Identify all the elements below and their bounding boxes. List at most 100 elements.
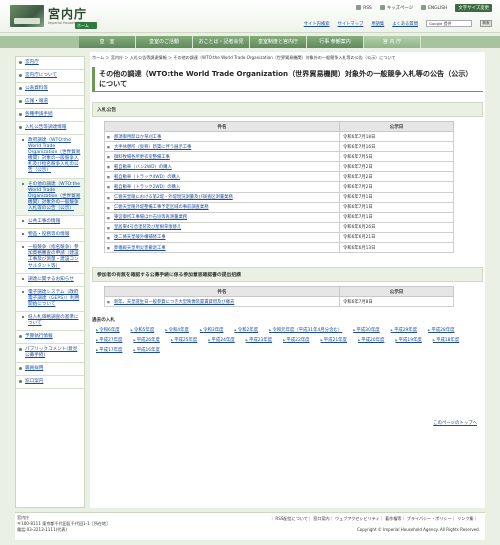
bid-date: 令和6年7月1日 xyxy=(339,201,454,213)
past-year-link[interactable]: 平成23年度 xyxy=(246,337,272,344)
sidebar-item-non-wto[interactable]: その他の調達（WTO:the World Trade Organization（… xyxy=(16,178,84,217)
past-year-link[interactable]: 令和4年度 xyxy=(165,327,189,334)
footer-tel: 電話:03-3213-1111(代表) xyxy=(17,527,67,532)
table-row: 仁徳天皇陵における第2堤・外堤現況測量及び調査区測量業務 令和6年7月1日 xyxy=(104,191,454,203)
past-year-link[interactable]: 平成17年度 xyxy=(96,347,122,354)
bid-link[interactable]: 御料牧場各所更衣室整備工事 xyxy=(114,155,170,160)
sidebar-item-recruitment[interactable]: 職員採用 xyxy=(16,363,84,377)
back-to-top-link[interactable]: このページのトップへ xyxy=(433,420,477,426)
sidebar-item-contact[interactable]: 窓口案内 xyxy=(16,376,84,390)
gnav-system[interactable]: 皇室制度と宮内庁 xyxy=(250,36,307,48)
past-year-link[interactable]: 令和5年度 xyxy=(131,327,154,334)
sidebar-item-public-comment[interactable]: パブリックコメント(意見公募手続) xyxy=(16,344,84,364)
confirmation-link[interactable]: 新年、天皇誕生日一般参賀につき大型映像装置賃貸借及び撤去 xyxy=(114,300,234,305)
sidebar-item-geps[interactable]: 電子調達システム（政府電子調達（GEPS））利用開始について xyxy=(16,287,84,312)
past-year-link[interactable]: 令和元年度（平成31年4月分含む） xyxy=(269,327,342,334)
table-row: 大手休憩所（仮称）新築に伴う展示工事 令和6年7月16日 xyxy=(104,141,454,153)
past-year-link[interactable]: 平成25年度 xyxy=(171,337,197,344)
confirmation-heading: 参加者の有無を確認する公募手続に係る参加意思確認書の提出招請 xyxy=(92,267,483,283)
kids-link[interactable]: キッズページ xyxy=(379,5,413,11)
search-input[interactable]: Google 提供 xyxy=(426,20,472,27)
bid-date: 令和6年6月13日 xyxy=(339,242,454,254)
global-nav: 皇 室 皇室のご活動 おことば・記者会見 皇室制度と宮内庁 行事 参観案内 宮 … xyxy=(0,36,500,48)
breadcrumb[interactable]: ホーム ＞ 宮内庁 ＞ 入札公告等調達情報 ＞ その他の調達（WTO:the W… xyxy=(90,52,485,63)
table-row: 軽自動車（バン2WD）の購入 令和6年7月2日 xyxy=(104,161,454,173)
past-year-link[interactable]: 平成16年度 xyxy=(133,347,160,354)
text-size-button[interactable]: 文字サイズ変更 xyxy=(455,4,492,12)
site-search-link[interactable]: サイト内検索 xyxy=(304,21,330,27)
gnav-imperial-family[interactable]: 皇 室 xyxy=(79,36,136,48)
bid-link[interactable]: 軽自動車（トラック4WD）の購入 xyxy=(114,175,180,180)
sidebar-item-notices[interactable]: 調達に関するお知らせ xyxy=(16,274,84,287)
main-content: ホーム ＞ 宮内庁 ＞ 入札公告等調達情報 ＞ その他の調達（WTO:the W… xyxy=(90,52,485,508)
logo-title: 宮内庁 xyxy=(48,6,88,21)
bid-date: 令和6年7月5日 xyxy=(339,151,454,163)
sidebar-item-publications[interactable]: 公表資料等 xyxy=(16,83,84,96)
sidebar-item-public-works[interactable]: 公共工事の情報 xyxy=(16,216,84,230)
bid-date: 令和6年7月2日 xyxy=(339,181,454,193)
bid-link[interactable]: 後二條天皇陵外構補修工事 xyxy=(114,235,166,240)
sidebar-item-low-bid[interactable]: 低入札価格調査の基準について xyxy=(16,312,84,332)
sidebar-item-about[interactable]: 宮内庁について xyxy=(16,70,84,83)
sidebar-item-wto[interactable]: 政府調達（WTO:the World Trade Organization（世界… xyxy=(16,135,84,179)
rss-icon xyxy=(356,5,362,10)
past-year-link[interactable]: 平成21年度 xyxy=(321,337,347,344)
home-button[interactable]: ホーム xyxy=(75,22,97,29)
past-year-link[interactable]: 平成24年度 xyxy=(208,337,235,344)
gnav-statements[interactable]: おことば・記者会見 xyxy=(193,36,250,48)
past-year-link[interactable]: 平成29年度 xyxy=(391,327,417,334)
past-bids-title: 過去の入札 xyxy=(92,318,115,324)
logo-photo xyxy=(10,5,44,27)
sidebar-item-press[interactable]: 広報・報道 xyxy=(16,96,84,109)
bid-link[interactable]: 軽自動車（バン2WD）の購入 xyxy=(114,165,172,170)
bid-link[interactable]: 仁徳天皇陵における第2堤・外堤現況測量及び調査区測量業務 xyxy=(114,195,233,200)
table-row: 軽自動車（トラック4WD）の購入 令和6年7月2日 xyxy=(104,171,454,183)
gnav-events[interactable]: 行事 参観案内 xyxy=(307,36,364,48)
bid-notice-heading: 入札公告 xyxy=(92,102,483,117)
bid-link[interactable]: 軽自動車（トラック2WD）の購入 xyxy=(114,185,180,190)
bid-link[interactable]: 葬儀殿天皇用災害撤退工事 xyxy=(114,246,166,251)
bid-link[interactable]: 仁徳天皇陵外堤整備工事予定区域の事前調査業務 xyxy=(114,205,209,210)
past-year-link[interactable]: 平成20年度 xyxy=(358,337,384,344)
past-year-link[interactable]: 平成30年度 xyxy=(353,327,380,334)
past-bids-links: 令和6年度 令和5年度 令和4年度 令和3年度 令和2年度 令和元年度（平成31… xyxy=(96,327,476,354)
gnav-agency[interactable]: 宮 内 庁 xyxy=(364,36,421,48)
sidebar-item-procurement[interactable]: 入札公告等調達情報 xyxy=(16,122,84,135)
past-year-link[interactable]: 令和6年度 xyxy=(96,327,119,334)
kids-icon xyxy=(379,5,385,10)
bid-link[interactable]: 皇居東4号舎塗装及び屋根草張替え xyxy=(114,225,181,230)
sidebar-item-qualification[interactable]: 一般競争（指名競争）参加資格審査の申請（建設工事及び測量・建設コンサルタント等） xyxy=(16,242,84,274)
past-year-link[interactable]: 令和3年度 xyxy=(200,327,223,334)
past-year-link[interactable]: 平成22年度 xyxy=(283,337,309,344)
sitemap-link[interactable]: サイトマップ xyxy=(338,21,364,27)
past-year-link[interactable]: 平成26年度 xyxy=(133,337,160,344)
confirmation-date: 令和6年7月8日 xyxy=(339,296,454,308)
past-year-link[interactable]: 令和2年度 xyxy=(235,327,258,334)
search-button[interactable]: 検索 xyxy=(480,20,492,27)
sidebar-item-agency[interactable]: 宮内庁 xyxy=(16,57,84,70)
sidebar-item-applications[interactable]: 各種申請手続 xyxy=(16,109,84,122)
faq-link[interactable]: よくある質問 xyxy=(392,21,418,27)
footer-links[interactable]: ｜ RSS配信について｜ 窓口案内｜ ウェブアクセシビリティ｜ 著作権等｜ プラ… xyxy=(270,516,478,522)
past-year-link[interactable]: 平成28年度 xyxy=(428,327,454,334)
english-link[interactable]: ENGLISH xyxy=(421,5,447,11)
past-year-link[interactable]: 平成27年度 xyxy=(96,337,122,344)
column-header-date: 公示日 xyxy=(339,286,454,298)
sidebar-item-goods[interactable]: 物品・役務等の情報 xyxy=(16,229,84,243)
bid-link[interactable]: 大手休憩所（仮称）新築に伴う展示工事 xyxy=(114,145,191,150)
sidebar-item-budget[interactable]: 予算執行情報 xyxy=(16,331,84,345)
bid-link[interactable]: 東宮御所工事場ほか石垣等再測量業務 xyxy=(114,215,187,220)
footer-contact: 宮内庁 〒100-8111 東京都千代田区千代田1-1［所在地］ 電話:03-3… xyxy=(17,515,110,533)
past-year-link[interactable]: 平成19年度 xyxy=(395,337,422,344)
past-year-link[interactable]: 平成18年度 xyxy=(433,337,459,344)
table-row: 仁徳天皇陵外堤整備工事予定区域の事前調査業務 令和6年7月1日 xyxy=(104,201,454,213)
rss-link[interactable]: RSS xyxy=(356,5,372,11)
bid-link[interactable]: 那須御用邸ほか草刈工事 xyxy=(114,135,161,140)
bid-notice-table: 件名 公示日 那須御用邸ほか草刈工事 令和6年7月18日 大手休憩所（仮称）新築に… xyxy=(104,121,454,254)
utility-links-bottom: サイト内検索 サイトマップ 用語集 よくある質問 Google 提供 検索 xyxy=(304,20,492,27)
bid-date: 令和6年7月2日 xyxy=(339,171,454,183)
glossary-link[interactable]: 用語集 xyxy=(371,21,384,27)
gnav-activities[interactable]: 皇室のご活動 xyxy=(136,36,193,48)
column-header-name: 件名 xyxy=(104,121,340,132)
bid-date: 令和6年7月1日 xyxy=(339,211,454,223)
